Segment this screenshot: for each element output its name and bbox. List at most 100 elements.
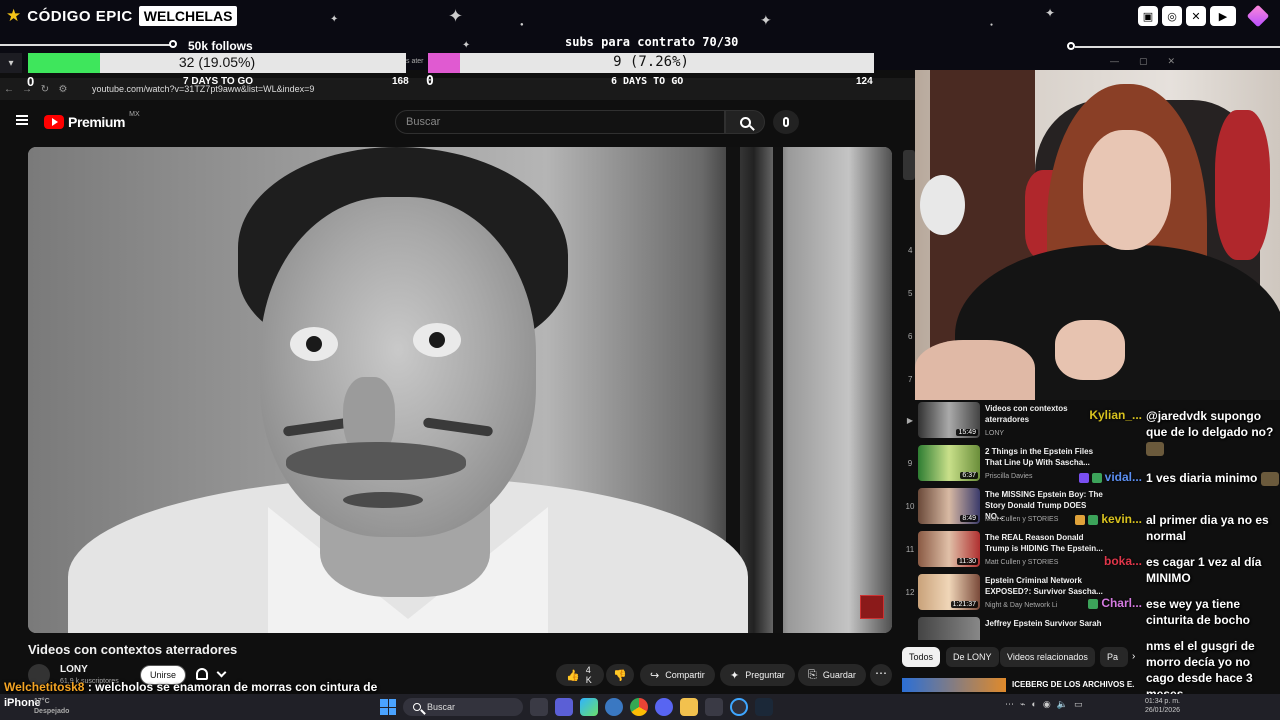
behind-text: s ater bbox=[406, 58, 424, 65]
windows-taskbar: iPhone 17°C Despejado Buscar ⋯ ⌁ ◐ ◉ 🔈 ▭… bbox=[0, 694, 1280, 720]
screen: ✦ ✦ ● ✦ ✦ ● ★ CÓDIGO EPIC WELCHELAS ▣ ◎ … bbox=[0, 0, 1280, 720]
channel-name: Priscilla Davies bbox=[985, 473, 1033, 480]
filter-chips: Todos De LONY Videos relacionados Pa › bbox=[902, 647, 1142, 669]
settings-icon[interactable] bbox=[605, 698, 623, 716]
folder-icon[interactable] bbox=[680, 698, 698, 716]
maximize-icon[interactable]: ▢ bbox=[1139, 56, 1148, 67]
tray-icon[interactable]: ◉ bbox=[1043, 699, 1051, 710]
chat-message: nms el el gusgri de morro decía yo no ca… bbox=[1146, 639, 1255, 701]
chat-username: vidal... bbox=[1060, 470, 1142, 484]
taskbar-search[interactable]: Buscar bbox=[403, 698, 523, 716]
minimize-icon[interactable]: — bbox=[1110, 56, 1119, 67]
star-decoration: ✦ bbox=[330, 14, 339, 25]
windows-start-icon[interactable] bbox=[380, 699, 396, 715]
voice-search-button[interactable] bbox=[773, 110, 799, 134]
dislike-button[interactable]: 👎 bbox=[606, 664, 634, 686]
bell-icon[interactable] bbox=[196, 668, 208, 680]
clock[interactable]: 01:34 p. m. 26/01/2026 bbox=[1140, 697, 1180, 715]
more-icon[interactable]: ⋯ bbox=[1005, 699, 1014, 710]
ask-button[interactable]: ✦ Preguntar bbox=[720, 664, 795, 686]
discord-icon[interactable] bbox=[655, 698, 673, 716]
steam-icon[interactable] bbox=[755, 698, 773, 716]
network-icon[interactable]: ⌁ bbox=[1020, 699, 1025, 710]
channel-name: Matt Cullen y STORIES bbox=[985, 559, 1059, 566]
duration: 6:37 bbox=[960, 472, 978, 479]
recommendation-item[interactable]: ICEBERG DE LOS ARCHIVOS E. bbox=[902, 678, 1142, 692]
channel-name: Night & Day Network Li bbox=[985, 602, 1058, 609]
volume-icon[interactable]: 🔈 bbox=[1057, 699, 1068, 710]
star-decoration: ✦ bbox=[1045, 6, 1056, 20]
obs-icon[interactable] bbox=[730, 698, 748, 716]
share-button[interactable]: ↪ Compartir bbox=[640, 664, 715, 686]
emote-icon bbox=[1260, 471, 1279, 486]
video-frame-eye bbox=[413, 323, 461, 357]
thumbs-down-icon: 👎 bbox=[613, 669, 627, 682]
goal2-sub: 6 DAYS TO GO bbox=[611, 76, 684, 87]
chip-related[interactable]: Videos relacionados bbox=[1000, 647, 1095, 667]
chat-message: 1 ves diaria minimo bbox=[1146, 470, 1280, 486]
playlist-scroll[interactable] bbox=[903, 150, 915, 180]
logo-text: Premium bbox=[68, 114, 126, 130]
browser-address-bar: ← → ↻ ⚙ youtube.com/watch?v=31TZ7pt9aww&… bbox=[0, 78, 915, 100]
weather-widget[interactable]: iPhone 17°C Despejado bbox=[4, 697, 69, 715]
chip-all[interactable]: Todos bbox=[902, 647, 941, 667]
video-title: ICEBERG DE LOS ARCHIVOS E. bbox=[1012, 680, 1135, 689]
site-info-icon[interactable]: ⚙ bbox=[54, 84, 72, 95]
playlist-index: 12 bbox=[905, 588, 915, 597]
goal1-title: 50k follows bbox=[188, 39, 253, 53]
chat-messages: @jaredvdk supongo que de lo delgado no? … bbox=[1142, 400, 1280, 720]
video-frame-mouth bbox=[343, 492, 423, 508]
chrome-icon[interactable] bbox=[630, 698, 648, 716]
video-player[interactable] bbox=[28, 147, 892, 633]
brand-block: ★ CÓDIGO EPIC WELCHELAS bbox=[6, 6, 238, 26]
chevron-down-icon[interactable] bbox=[216, 667, 227, 678]
close-icon[interactable]: ✕ bbox=[1168, 56, 1176, 67]
meet-icon[interactable] bbox=[555, 698, 573, 716]
play-indicator-icon: ▶ bbox=[906, 416, 914, 425]
playlist-index: 11 bbox=[905, 545, 915, 554]
save-button[interactable]: ⎘ Guardar bbox=[798, 664, 866, 686]
taskbar-search-label: Buscar bbox=[427, 702, 456, 712]
tray-icon[interactable]: ◐ bbox=[1031, 699, 1036, 710]
goal1-sub: 7 DAYS TO GO bbox=[183, 76, 254, 87]
webcam-person-legs bbox=[915, 340, 1035, 400]
menu-icon[interactable] bbox=[16, 115, 28, 125]
battery-icon[interactable]: ▭ bbox=[1074, 699, 1083, 710]
like-button[interactable]: 👍 4 K bbox=[556, 664, 604, 686]
chat-message: al primer dia ya no es normal bbox=[1146, 513, 1269, 543]
video-thumbnail bbox=[918, 617, 980, 640]
webcam-chair-side bbox=[1215, 110, 1270, 260]
video-frame-face bbox=[260, 197, 536, 537]
channel-name[interactable]: LONY bbox=[60, 664, 88, 675]
goal-line bbox=[0, 44, 172, 46]
reload-icon[interactable]: ↻ bbox=[36, 84, 54, 95]
star-decoration: ● bbox=[990, 22, 994, 28]
youtube-logo[interactable]: Premium MX bbox=[44, 111, 140, 130]
video-thumbnail: 15:49 bbox=[918, 402, 980, 438]
chevron-right-icon[interactable]: › bbox=[1132, 651, 1135, 662]
share-icon: ↪ bbox=[650, 669, 660, 682]
goal1-bar: 32 (19.05%) bbox=[28, 53, 406, 73]
save-label: Guardar bbox=[822, 670, 856, 680]
task-view-icon[interactable] bbox=[530, 698, 548, 716]
chip-from-channel[interactable]: De LONY bbox=[946, 647, 999, 667]
edge-icon[interactable] bbox=[580, 698, 598, 716]
chat-message: ese wey ya tiene cinturita de bocho bbox=[1146, 597, 1251, 627]
bookmark-icon: ⎘ bbox=[808, 668, 817, 681]
channel-watermark[interactable] bbox=[860, 595, 884, 619]
webcam-person-face bbox=[1083, 130, 1171, 250]
chat-username: kevin... bbox=[1060, 512, 1142, 526]
chip-more[interactable]: Pa bbox=[1100, 647, 1128, 667]
taskbar-apps: Buscar bbox=[380, 697, 773, 717]
playlist-index: 6 bbox=[908, 332, 913, 341]
search-input[interactable]: Buscar bbox=[395, 110, 725, 134]
star-icon: ★ bbox=[6, 6, 22, 25]
chat-username: boka... bbox=[1103, 554, 1142, 568]
star-decoration: ✦ bbox=[462, 40, 471, 51]
back-icon[interactable]: ← bbox=[0, 84, 18, 95]
search-button[interactable] bbox=[725, 110, 765, 134]
chevron-down-icon[interactable]: ▾ bbox=[0, 53, 22, 73]
photos-icon[interactable] bbox=[705, 698, 723, 716]
more-options-icon[interactable]: ⋯ bbox=[870, 664, 892, 686]
goal2-bar: 9 (7.26%) bbox=[428, 53, 874, 73]
